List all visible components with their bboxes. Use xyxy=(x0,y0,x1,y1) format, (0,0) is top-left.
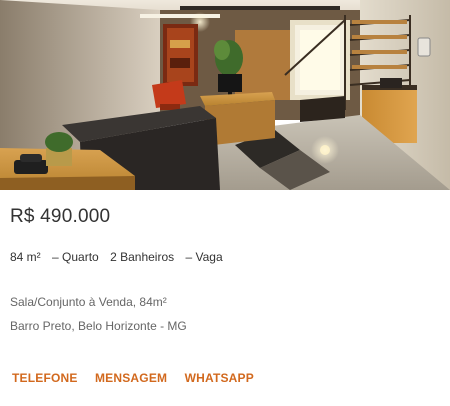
mensagem-link[interactable]: MENSAGEM xyxy=(95,371,167,385)
feature-quarto: – Quarto xyxy=(52,250,99,264)
listing-photo[interactable] xyxy=(0,0,450,190)
whatsapp-link[interactable]: WHATSAPP xyxy=(185,371,254,385)
feature-area: 84 m² xyxy=(10,250,41,264)
telefone-link[interactable]: TELEFONE xyxy=(12,371,78,385)
contact-actions: TELEFONE MENSAGEM WHATSAPP xyxy=(12,371,268,385)
listing-price: R$ 490.000 xyxy=(10,206,111,227)
listing-features: 84 m² – Quarto 2 Banheiros – Vaga xyxy=(10,250,223,264)
listing-card[interactable]: R$ 490.000 84 m² – Quarto 2 Banheiros – … xyxy=(0,0,450,406)
office-illustration xyxy=(0,0,450,190)
listing-location: Barro Preto, Belo Horizonte - MG xyxy=(10,319,187,333)
feature-banheiros: 2 Banheiros xyxy=(110,250,175,264)
feature-vaga: – Vaga xyxy=(185,250,223,264)
listing-type: Sala/Conjunto à Venda, 84m² xyxy=(10,295,167,309)
